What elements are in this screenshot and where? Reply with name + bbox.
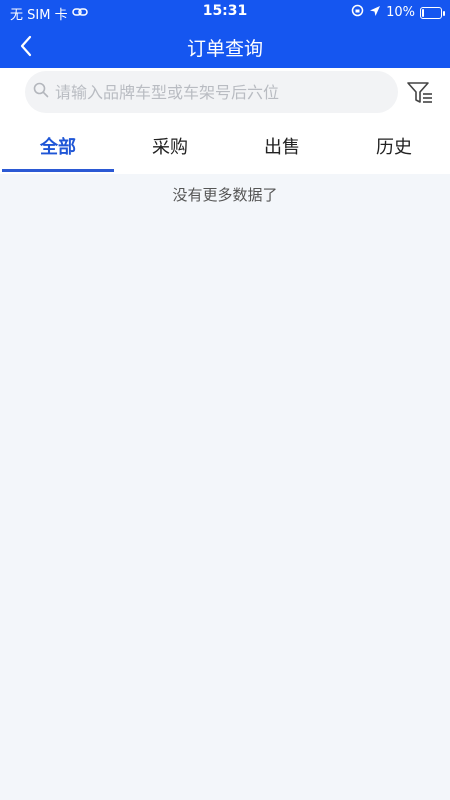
navbar: 订单查询: [0, 26, 450, 66]
filter-button[interactable]: [406, 79, 434, 107]
search-box[interactable]: [25, 71, 398, 113]
search-row: [0, 68, 450, 118]
rotation-lock-icon: [351, 4, 364, 21]
tab-purchase[interactable]: 采购: [114, 118, 226, 174]
tab-sale[interactable]: 出售: [226, 118, 338, 174]
location-icon: [369, 5, 381, 21]
tab-history[interactable]: 历史: [338, 118, 450, 174]
tab-all[interactable]: 全部: [2, 118, 114, 174]
search-icon: [33, 82, 49, 102]
tab-bar: 全部 采购 出售 历史: [0, 118, 450, 174]
battery-percent: 10%: [386, 5, 415, 20]
empty-message: 没有更多数据了: [172, 186, 278, 204]
battery-icon: [420, 6, 445, 19]
search-input[interactable]: [55, 82, 385, 102]
order-list[interactable]: [0, 174, 450, 800]
status-right: 10%: [351, 4, 445, 21]
status-bar: 无 SIM 卡 15:31 10%: [0, 0, 450, 24]
battery-fill: [422, 8, 424, 17]
filter-icon: [407, 82, 432, 103]
page-title: 订单查询: [186, 38, 263, 60]
active-tab-indicator: [2, 169, 114, 172]
app-header: 无 SIM 卡 15:31 10% 订单查询: [0, 0, 450, 68]
